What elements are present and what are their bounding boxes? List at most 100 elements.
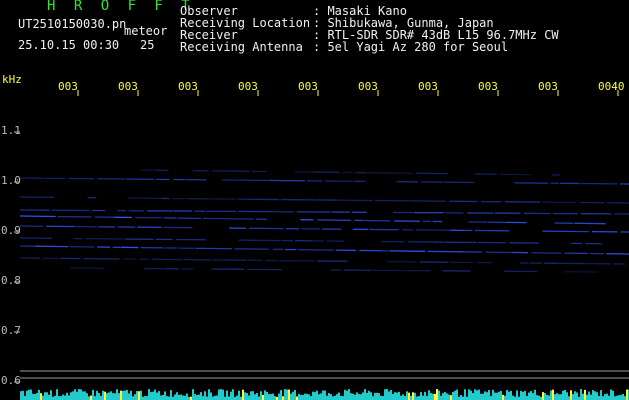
noise-bar (46, 392, 48, 400)
noise-bar (24, 395, 26, 400)
noise-bar (464, 389, 466, 400)
noise-bar (624, 396, 626, 400)
noise-bar (362, 392, 364, 400)
noise-bar (522, 391, 524, 400)
noise-bar (426, 395, 428, 400)
noise-bar (202, 396, 204, 400)
noise-bar (612, 390, 614, 400)
noise-bar (486, 392, 488, 400)
noise-bar (290, 393, 292, 400)
noise-bar (606, 393, 608, 400)
noise-bar (196, 395, 198, 400)
noise-bar (358, 393, 360, 400)
noise-bar (438, 390, 440, 400)
noise-bar (548, 395, 550, 400)
noise-bar (514, 396, 516, 400)
noise-bar (518, 396, 520, 400)
noise-bar (212, 396, 214, 400)
noise-bar (506, 390, 508, 400)
noise-bar (298, 394, 300, 400)
noise-bar (34, 394, 36, 400)
noise-bar (490, 396, 492, 400)
noise-bar (598, 396, 600, 400)
noise-bar (262, 394, 264, 400)
noise-bar (324, 390, 326, 400)
noise-bar (180, 394, 182, 400)
noise-bar (592, 390, 594, 400)
noise-bar (50, 390, 52, 400)
noise-bar (300, 394, 302, 400)
noise-bar (546, 394, 548, 400)
noise-bar (40, 393, 42, 400)
noise-bar (570, 390, 572, 400)
noise-bar (370, 392, 372, 400)
noise-bar (76, 391, 78, 400)
noise-bar (144, 396, 146, 400)
noise-bar (488, 390, 490, 400)
noise-bar (352, 393, 354, 400)
noise-bar (124, 390, 126, 400)
noise-bar (494, 392, 496, 400)
noise-bar (520, 390, 522, 400)
noise-bar (200, 392, 202, 400)
noise-bar (526, 396, 528, 400)
noise-bar (338, 392, 340, 400)
noise-bar (206, 396, 208, 400)
noise-bar (484, 391, 486, 400)
noise-bar (528, 392, 530, 400)
noise-bar (368, 390, 370, 400)
noise-bar (590, 394, 592, 400)
noise-bar (244, 392, 246, 400)
noise-bar (508, 391, 510, 400)
noise-bar (78, 389, 80, 400)
noise-bar (148, 389, 150, 400)
noise-bar (614, 396, 616, 400)
signal-lines (19, 169, 629, 273)
noise-bar (90, 395, 92, 400)
noise-bar (22, 390, 24, 400)
noise-bar (588, 391, 590, 400)
noise-bar (428, 390, 430, 400)
noise-bar (360, 394, 362, 400)
noise-bar (596, 392, 598, 400)
noise-bar (328, 393, 330, 400)
noise-bar (294, 389, 296, 400)
noise-bar (396, 392, 398, 400)
noise-bar (20, 391, 22, 400)
noise-bar (296, 396, 298, 400)
noise-bar (524, 390, 526, 400)
noise-bar (402, 394, 404, 400)
noise-bar (626, 389, 628, 400)
noise-bar (542, 392, 544, 400)
y-axis-tick-marks (14, 131, 20, 383)
noise-bar (132, 396, 134, 400)
noise-bar (516, 390, 518, 400)
noise-bar (408, 392, 410, 400)
noise-bar (308, 394, 310, 400)
noise-bar (422, 395, 424, 400)
noise-bar (622, 393, 624, 400)
noise-bar (356, 392, 358, 400)
noise-bar (544, 393, 546, 400)
noise-bar (584, 389, 586, 400)
noise-bar (558, 394, 560, 400)
noise-bar (472, 393, 474, 400)
noise-bar (478, 389, 480, 400)
noise-bar (444, 391, 446, 400)
noise-bar (118, 393, 120, 400)
noise-bar (416, 396, 418, 400)
noise-bar (582, 393, 584, 400)
noise-bar (104, 391, 106, 400)
noise-bar (106, 393, 108, 400)
noise-bar (314, 392, 316, 400)
noise-bar (92, 389, 94, 400)
noise-bar (82, 391, 84, 400)
noise-bar (72, 391, 74, 400)
noise-bar (574, 391, 576, 400)
noise-bar (204, 391, 206, 400)
noise-bar (572, 394, 574, 400)
noise-bar (618, 395, 620, 400)
noise-bar (198, 394, 200, 400)
noise-bar (74, 389, 76, 400)
noise-bar (222, 389, 224, 400)
